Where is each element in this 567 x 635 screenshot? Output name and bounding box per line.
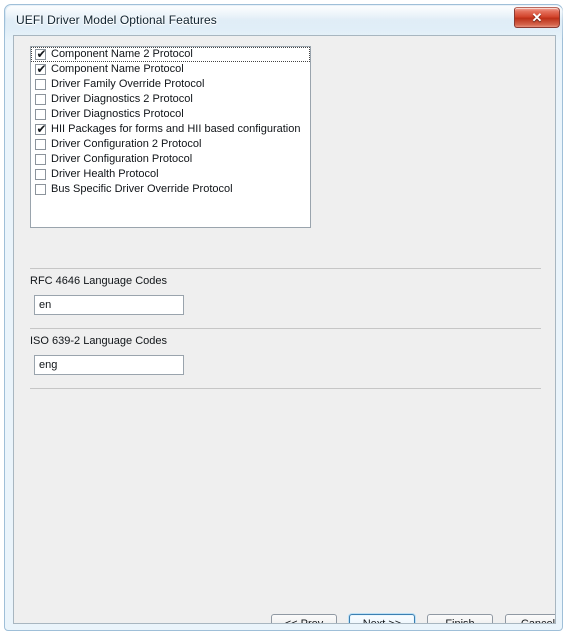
section-divider-2	[30, 328, 541, 329]
rfc-language-codes-input[interactable]	[34, 295, 184, 315]
checkbox-unchecked-icon[interactable]	[35, 109, 46, 121]
option-label: Driver Diagnostics 2 Protocol	[51, 93, 193, 106]
option-row[interactable]: Driver Diagnostics Protocol	[31, 107, 310, 122]
option-label: Driver Health Protocol	[51, 168, 159, 181]
checkbox-checked-icon[interactable]: ✔	[35, 122, 47, 136]
option-row[interactable]: Driver Family Override Protocol	[31, 77, 310, 92]
option-label: HII Packages for forms and HII based con…	[51, 123, 301, 136]
option-row[interactable]: Driver Health Protocol	[31, 167, 310, 182]
finish-button[interactable]: Finish	[427, 614, 493, 623]
prev-button[interactable]: << Prev	[271, 614, 337, 623]
option-label: Component Name 2 Protocol	[51, 48, 193, 61]
checkbox-unchecked-icon[interactable]	[35, 154, 46, 166]
dialog-client-area: ✔ Component Name 2 Protocol ✔ Component Nam…	[13, 35, 556, 624]
checkbox-unchecked-icon[interactable]	[35, 169, 46, 181]
section-divider-1	[30, 268, 541, 269]
checkmark-icon: ✔	[36, 122, 47, 137]
cancel-button[interactable]: Cancel	[505, 614, 555, 623]
iso-language-codes-label: ISO 639-2 Language Codes	[30, 335, 167, 347]
option-label: Driver Diagnostics Protocol	[51, 108, 184, 121]
close-icon: ✕	[531, 10, 543, 25]
iso-language-codes-input[interactable]	[34, 355, 184, 375]
rfc-language-codes-label: RFC 4646 Language Codes	[30, 275, 167, 287]
checkbox-checked-icon[interactable]: ✔	[35, 62, 47, 76]
option-label: Bus Specific Driver Override Protocol	[51, 183, 233, 196]
option-label: Driver Configuration Protocol	[51, 153, 193, 166]
checkbox-checked-icon[interactable]: ✔	[35, 47, 47, 61]
next-button[interactable]: Next >>	[349, 614, 415, 623]
checkbox-unchecked-icon[interactable]	[35, 79, 46, 91]
option-row[interactable]: ✔ Component Name Protocol	[31, 62, 310, 77]
close-button[interactable]: ✕	[514, 7, 560, 28]
checkbox-unchecked-icon[interactable]	[35, 139, 46, 151]
option-row[interactable]: ✔ Component Name 2 Protocol	[31, 47, 310, 62]
optional-features-list[interactable]: ✔ Component Name 2 Protocol ✔ Component Nam…	[30, 46, 311, 228]
option-row[interactable]: Driver Diagnostics 2 Protocol	[31, 92, 310, 107]
dialog-window: UEFI Driver Model Optional Features ✕ ✔ C…	[4, 4, 563, 631]
checkbox-unchecked-icon[interactable]	[35, 184, 46, 196]
title-bar[interactable]: UEFI Driver Model Optional Features ✕	[5, 5, 564, 37]
option-label: Component Name Protocol	[51, 63, 184, 76]
option-row[interactable]: Driver Configuration 2 Protocol	[31, 137, 310, 152]
window-title: UEFI Driver Model Optional Features	[16, 13, 217, 27]
checkbox-unchecked-icon[interactable]	[35, 94, 46, 106]
option-label: Driver Family Override Protocol	[51, 78, 205, 91]
section-divider-3	[30, 388, 541, 389]
option-row[interactable]: ✔ HII Packages for forms and HII based co…	[31, 122, 310, 137]
option-row[interactable]: Driver Configuration Protocol	[31, 152, 310, 167]
checkmark-icon: ✔	[36, 62, 47, 77]
option-label: Driver Configuration 2 Protocol	[51, 138, 202, 151]
option-row[interactable]: Bus Specific Driver Override Protocol	[31, 182, 310, 197]
